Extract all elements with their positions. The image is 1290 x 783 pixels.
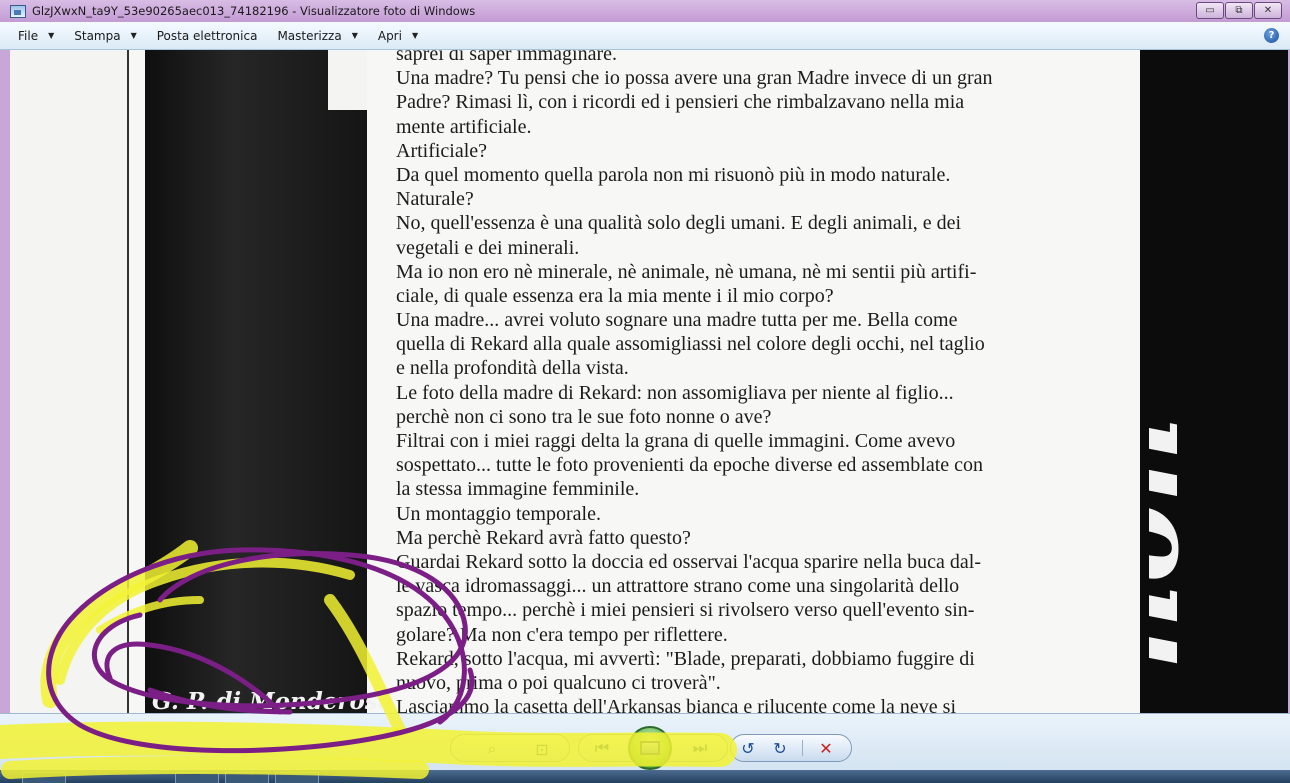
zoom-icon[interactable]: ⌕ (481, 739, 503, 759)
article-text-line: le vasca idromassaggi... un attrattore s… (396, 575, 960, 598)
article-text-line: Le foto della madre di Rekard: non assom… (396, 381, 954, 404)
menu-print[interactable]: Stampa ▼ (74, 29, 137, 43)
dark-photo-panel (145, 50, 367, 713)
article-text-line: Filtrai con i miei raggi delta la grana … (396, 430, 956, 452)
article-text-line: la stessa immagine femminile. (396, 478, 640, 501)
maximize-button[interactable]: ⧉ (1225, 2, 1253, 19)
title-bar[interactable]: GlzJXwxN_ta9Y_53e90265aec013_74182196 - … (0, 0, 1290, 22)
menu-email[interactable]: Posta elettronica (157, 29, 258, 43)
article-text-line: mente artificiale. (396, 115, 532, 138)
view-controls-group: ⌕ ⊡ (450, 734, 570, 762)
rotate-clockwise-button[interactable]: ↻ (769, 738, 791, 758)
article-text-line: Ma io non ero nè minerale, nè animale, n… (396, 260, 977, 283)
next-button[interactable]: ⏭ (688, 738, 712, 758)
article-text-line: spazio tempo... perchè i miei pensieri s… (396, 599, 975, 622)
taskbar-start-orb[interactable] (22, 772, 66, 783)
photo-viewer-window: GlzJXwxN_ta9Y_53e90265aec013_74182196 - … (0, 0, 1290, 783)
article-text-line: saprei di saper immaginare. (396, 50, 618, 65)
previous-button[interactable]: ⏮ (590, 738, 614, 758)
menu-open-label: Apri (377, 28, 402, 43)
author-caption: G. P. di Monderose (152, 688, 393, 713)
menu-open[interactable]: Apri ▼ (378, 29, 418, 43)
menu-print-label: Stampa (74, 28, 121, 43)
article-text-line: sospettato... tutte le foto provenienti … (396, 454, 984, 477)
article-text-line: vegetali e dei minerali. (396, 236, 580, 259)
article-text-line: Un montaggio temporale. (396, 502, 601, 525)
slideshow-icon (640, 741, 660, 755)
article-text: saprei di saper immaginare. Una madre? Tu… (396, 50, 1116, 713)
menu-bar: File ▼ Stampa ▼ Posta elettronica Master… (0, 22, 1290, 50)
vertical-title-text: non (1149, 415, 1206, 670)
article-text-line: No, quell'essenza è una qualità solo deg… (396, 212, 962, 235)
scanned-page-photo: G. P. di Monderose saprei di saper immag… (10, 50, 1288, 713)
chevron-down-icon: ▼ (130, 31, 137, 40)
taskbar-button[interactable] (225, 772, 269, 783)
photo-viewer-app-icon (10, 4, 26, 18)
menu-burn[interactable]: Masterizza ▼ (277, 29, 357, 43)
article-text-line: Una madre... avrei voluto sognare una ma… (396, 309, 958, 332)
actual-size-icon[interactable]: ⊡ (531, 739, 553, 759)
article-text-line: Padre? Rimasi lì, con i ricordi ed i pen… (396, 91, 965, 114)
article-text-line: e nella profondità della vista. (396, 357, 629, 380)
close-button[interactable]: ✕ (1254, 2, 1282, 19)
article-text-line: Lasciammo la casetta dell'Arkansas bianc… (396, 696, 957, 713)
article-text-line: Naturale? (396, 188, 474, 211)
article-text-line: nuovo, prima o poi qualcuno ci troverà". (396, 671, 721, 694)
article-text-line: Ma perchè Rekard avrà fatto questo? (396, 526, 691, 549)
window-title: GlzJXwxN_ta9Y_53e90265aec013_74182196 - … (32, 4, 476, 18)
image-viewport[interactable]: G. P. di Monderose saprei di saper immag… (10, 50, 1288, 713)
article-text-line: Rekard, sotto l'acqua, mi avvertì: "Blad… (396, 647, 975, 670)
article-text-line: Guardai Rekard sotto la doccia ed osserv… (396, 550, 982, 573)
article-text-line: golare? Ma non c'era tempo per rifletter… (396, 623, 728, 646)
rotate-counterclockwise-button[interactable]: ↺ (737, 738, 759, 758)
chevron-down-icon: ▼ (351, 31, 358, 40)
menu-burn-label: Masterizza (277, 28, 342, 43)
menu-file-label: File (18, 28, 39, 43)
slideshow-button[interactable] (628, 726, 672, 770)
page-margin (10, 50, 128, 713)
page-edge-rule (127, 50, 129, 713)
toolbar-divider (802, 740, 803, 756)
window-controls: ▭ ⧉ ✕ (1196, 2, 1282, 19)
chevron-down-icon: ▼ (411, 31, 419, 40)
vertical-title-lettering: non (1149, 415, 1206, 670)
minimize-button[interactable]: ▭ (1196, 2, 1224, 19)
chevron-down-icon: ▼ (48, 31, 55, 40)
article-text-line: Artificiale? (396, 139, 488, 162)
taskbar-button[interactable] (275, 772, 319, 783)
article-text-line: ciale, di quale essenza era la mia mente… (396, 284, 834, 307)
menu-file[interactable]: File ▼ (18, 29, 54, 43)
delete-button[interactable]: ✕ (815, 738, 837, 758)
menu-email-label: Posta elettronica (156, 28, 258, 43)
article-text-line: Una madre? Tu pensi che io possa avere u… (396, 67, 993, 90)
article-text-line: Da quel momento quella parola non mi ris… (396, 163, 951, 186)
article-text-line: quella di Rekard alla quale assomigliass… (396, 333, 985, 356)
taskbar-button[interactable] (175, 772, 219, 783)
panel-notch (328, 50, 367, 110)
article-text-line: perchè non ci sono tra le sue foto nonne… (396, 405, 772, 428)
help-icon[interactable]: ? (1264, 28, 1279, 43)
